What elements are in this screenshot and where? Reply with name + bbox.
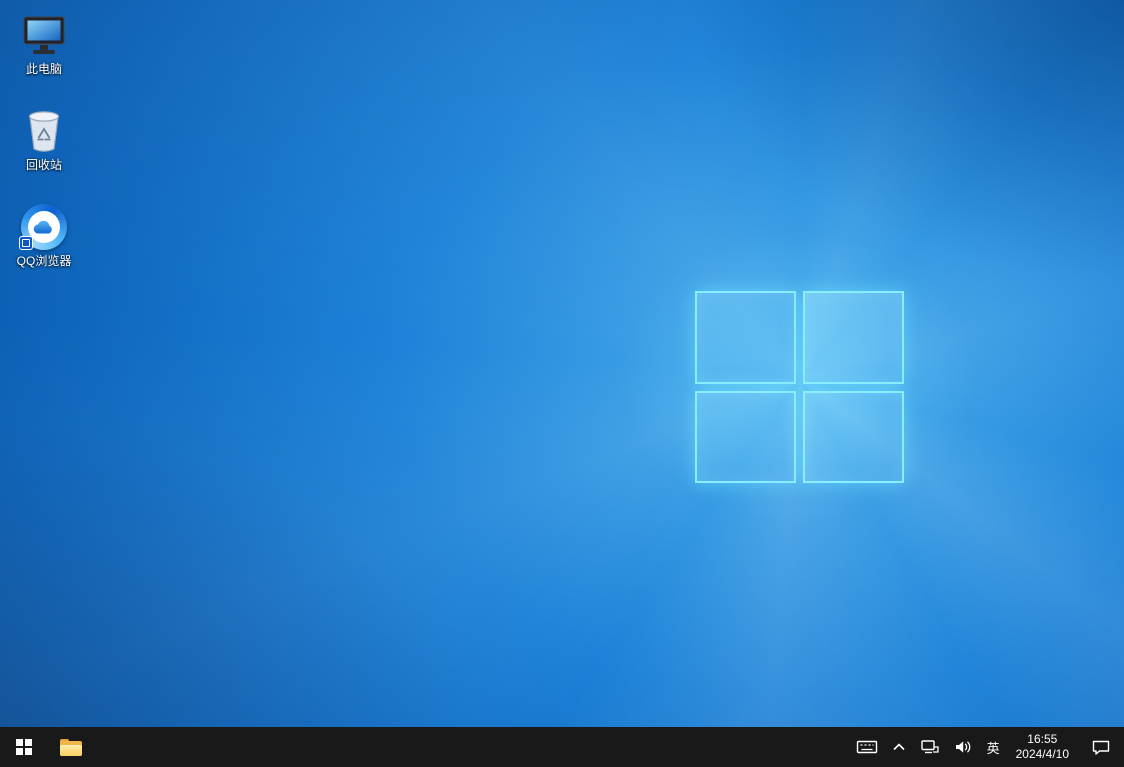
hidden-icons-button[interactable] bbox=[885, 727, 913, 767]
taskbar: 英 16:55 2024/4/10 bbox=[0, 727, 1124, 767]
action-center-button[interactable] bbox=[1078, 727, 1124, 767]
windows-logo bbox=[695, 291, 904, 483]
clock-time: 16:55 bbox=[1027, 732, 1057, 747]
desktop-icon-this-pc[interactable]: 此电脑 bbox=[6, 10, 82, 76]
file-explorer-icon bbox=[60, 739, 82, 756]
desktop-icon-recycle-bin[interactable]: 回收站 bbox=[6, 106, 82, 172]
this-pc-icon bbox=[20, 10, 68, 58]
action-center-icon bbox=[1091, 739, 1111, 756]
clock[interactable]: 16:55 2024/4/10 bbox=[1007, 727, 1078, 767]
recycle-bin-icon bbox=[20, 106, 68, 154]
icon-label: 回收站 bbox=[26, 158, 62, 172]
file-explorer-button[interactable] bbox=[48, 727, 94, 767]
network-button[interactable] bbox=[913, 727, 947, 767]
touch-keyboard-icon bbox=[856, 739, 878, 755]
clock-date: 2024/4/10 bbox=[1016, 747, 1069, 762]
windows-logo-pane bbox=[803, 291, 904, 384]
speaker-icon bbox=[954, 739, 973, 755]
volume-button[interactable] bbox=[947, 727, 980, 767]
windows-logo-pane bbox=[695, 291, 796, 384]
qq-browser-icon bbox=[20, 202, 68, 250]
icon-label: 此电脑 bbox=[26, 62, 62, 76]
network-ethernet-icon bbox=[920, 739, 940, 755]
windows-logo-pane bbox=[803, 391, 904, 484]
qq-browser-badge bbox=[19, 236, 33, 250]
system-tray: 英 16:55 2024/4/10 bbox=[849, 727, 1124, 767]
wallpaper-vignette bbox=[0, 0, 1124, 727]
desktop-icon-qq-browser[interactable]: QQ浏览器 bbox=[6, 202, 82, 268]
windows-start-icon bbox=[16, 739, 32, 755]
ime-mode-label: 英 bbox=[987, 738, 1000, 757]
windows-desktop: 此电脑 回收站 bbox=[0, 0, 1124, 767]
windows-logo-pane bbox=[695, 391, 796, 484]
start-button[interactable] bbox=[0, 727, 48, 767]
chevron-up-icon bbox=[892, 742, 906, 752]
ime-indicator[interactable]: 英 bbox=[980, 727, 1007, 767]
touch-keyboard-button[interactable] bbox=[849, 727, 885, 767]
icon-label: QQ浏览器 bbox=[17, 254, 72, 268]
desktop-wallpaper bbox=[0, 0, 1124, 727]
desktop-icon-list: 此电脑 回收站 bbox=[6, 10, 82, 268]
